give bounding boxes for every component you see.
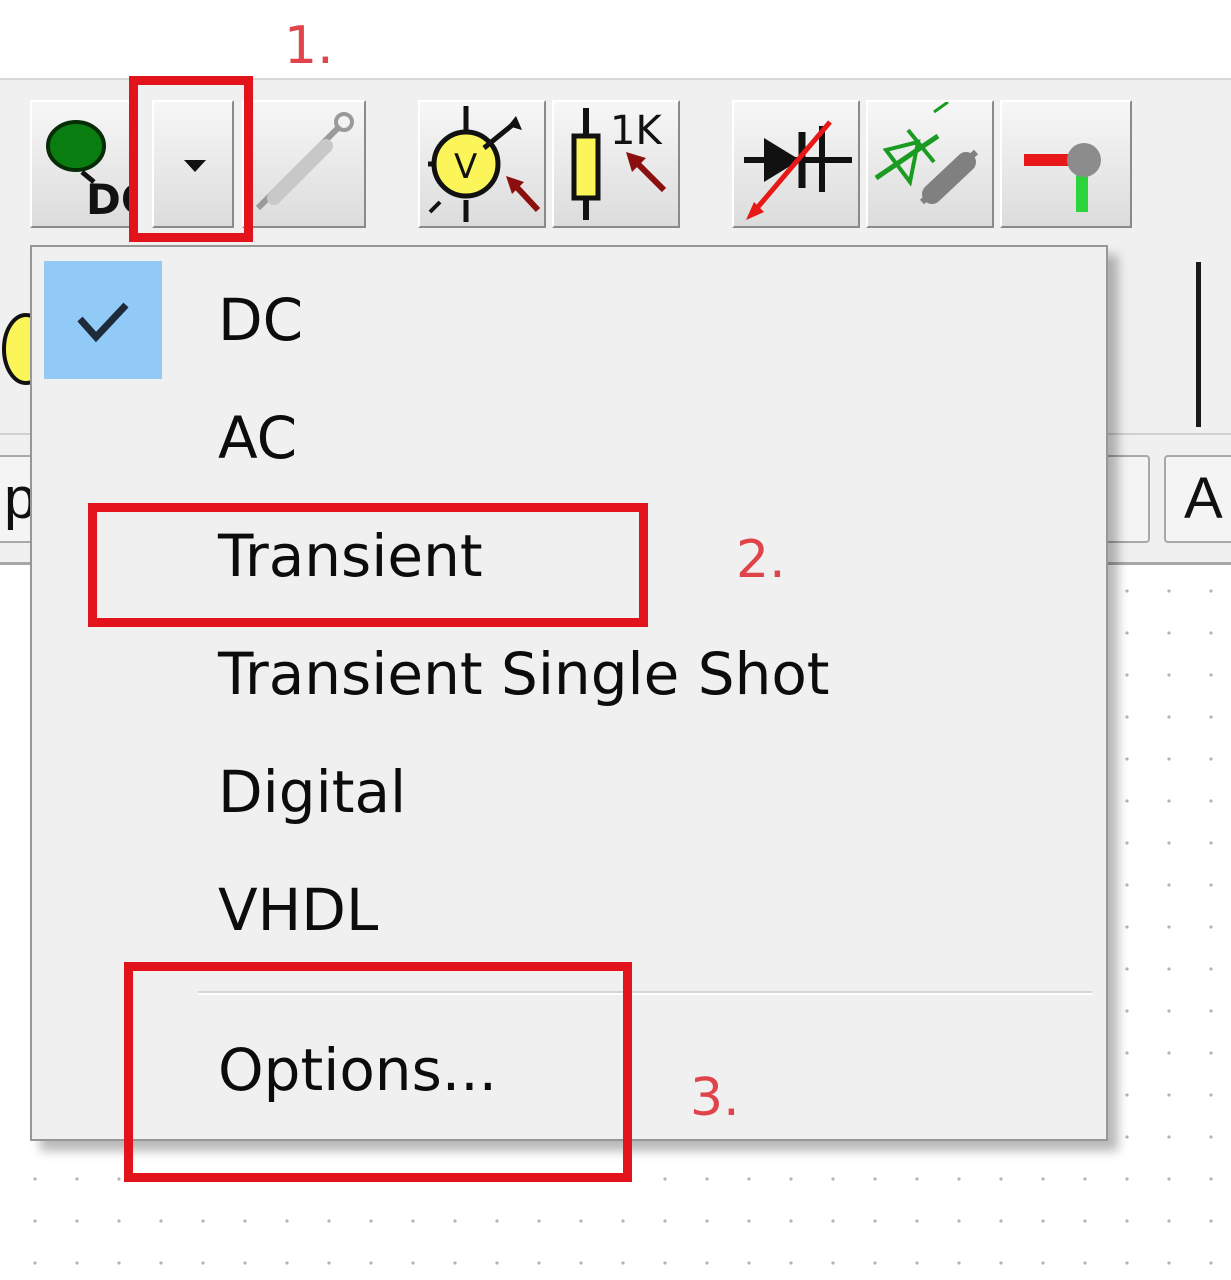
step-label-1: 1. <box>284 16 334 76</box>
tab-right-label: A <box>1184 466 1223 531</box>
step-label-2: 2. <box>736 530 786 590</box>
dc-analysis-button[interactable]: DC <box>30 100 136 228</box>
menu-item-vhdl[interactable]: VHDL <box>32 851 1106 969</box>
menu-item-dc[interactable]: DC <box>32 261 1106 379</box>
diode-button[interactable] <box>732 100 860 228</box>
probe-icon <box>255 112 354 211</box>
tab-right[interactable]: A <box>1164 455 1231 543</box>
svg-text:V: V <box>454 147 477 187</box>
resistor-1k-icon: 1K <box>571 108 667 220</box>
diode-icon <box>744 120 852 220</box>
voltmeter-button[interactable]: V <box>418 100 546 228</box>
step-label-3: 3. <box>690 1068 740 1128</box>
menu-item-transient-single-shot[interactable]: Transient Single Shot <box>32 615 1106 733</box>
highlight-transient <box>88 503 648 627</box>
menu-item-label: VHDL <box>218 876 379 944</box>
menu-item-label: Transient Single Shot <box>218 640 830 708</box>
menu-item-label: AC <box>218 404 298 472</box>
wire-node-button[interactable] <box>1000 100 1132 228</box>
menu-item-digital[interactable]: Digital <box>32 733 1106 851</box>
wire-node-icon <box>1024 143 1101 212</box>
voltmeter-icon: V <box>428 106 541 222</box>
menu-item-ac[interactable]: AC <box>32 379 1106 497</box>
strip-divider <box>1196 262 1201 427</box>
highlight-options <box>124 962 632 1182</box>
menu-item-label: Digital <box>218 758 407 826</box>
led-button[interactable] <box>866 100 994 228</box>
resistor-button[interactable]: 1K <box>552 100 680 228</box>
menu-item-label: DC <box>218 286 304 354</box>
led-icon <box>874 102 979 205</box>
highlight-dropdown <box>129 76 253 242</box>
svg-text:1K: 1K <box>610 108 663 154</box>
dc-analysis-icon: DC <box>46 120 136 224</box>
probe-button[interactable] <box>242 100 366 228</box>
